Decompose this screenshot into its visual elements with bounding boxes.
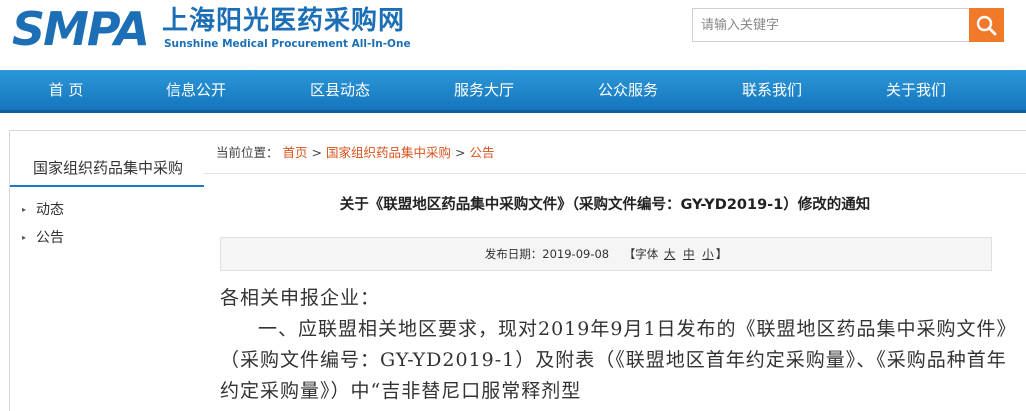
article-title: 关于《联盟地区药品集中采购文件》（采购文件编号：GY-YD2019-1）修改的通…: [339, 197, 871, 213]
search-button[interactable]: [969, 8, 1004, 42]
nav-item-public-service[interactable]: 公众服务: [573, 70, 683, 110]
article-meta-bar: 发布日期：2019-09-08 【字体 大 中 小】: [220, 237, 992, 271]
breadcrumb-announcements[interactable]: 公告: [469, 145, 494, 160]
breadcrumb-procurement[interactable]: 国家组织药品集中采购: [326, 145, 451, 160]
search-bar: [692, 8, 1004, 42]
breadcrumb-home[interactable]: 首页: [283, 145, 308, 160]
search-icon: [976, 15, 997, 36]
search-input[interactable]: [692, 8, 972, 42]
article-paragraph: 一、应联盟相关地区要求，现对2019年9月1日发布的《联盟地区药品集中采购文件》…: [220, 318, 1008, 402]
logo-name-cn: 上海阳光医药采购网: [162, 6, 406, 36]
breadcrumb-divider: [204, 173, 1026, 174]
nav-item-contact-us[interactable]: 联系我们: [717, 70, 827, 110]
article-greeting: 各相关申报企业：: [220, 287, 381, 309]
bullet-arrow-icon: ▸: [22, 205, 27, 214]
sidebar-item-news[interactable]: ▸ 动态: [22, 199, 64, 221]
article-body: 各相关申报企业： 一、应联盟相关地区要求，现对2019年9月1日发布的《联盟地区…: [220, 283, 1010, 407]
logo-name-en: Sunshine Medical Procurement All-In-One: [164, 38, 411, 50]
nav-item-district-news[interactable]: 区县动态: [285, 70, 395, 110]
main-content: 当前位置： 首页 > 国家组织药品集中采购 > 公告 关于《联盟地区药品集中采购…: [204, 130, 1026, 411]
sidebar-title: 国家组织药品集中采购: [10, 151, 206, 187]
sidebar: 国家组织药品集中采购 ▸ 动态 ▸ 公告: [9, 130, 207, 411]
font-size-small-link[interactable]: 小: [702, 247, 714, 261]
nav-item-about-us[interactable]: 关于我们: [861, 70, 971, 110]
main-nav: 首 页 信息公开 区县动态 服务大厅 公众服务 联系我们 关于我们: [0, 70, 1026, 113]
nav-item-home[interactable]: 首 页: [11, 70, 121, 110]
font-size-medium-link[interactable]: 中: [683, 247, 695, 261]
sidebar-item-announcements[interactable]: ▸ 公告: [22, 227, 64, 249]
breadcrumb: 当前位置： 首页 > 国家组织药品集中采购 > 公告: [216, 143, 494, 163]
breadcrumb-separator: >: [311, 145, 322, 160]
font-size-close: 】: [715, 247, 728, 261]
publish-date-label: 发布日期：: [484, 247, 543, 261]
bullet-arrow-icon: ▸: [22, 233, 27, 242]
font-size-large-link[interactable]: 大: [664, 247, 676, 261]
breadcrumb-prefix: 当前位置：: [216, 145, 279, 160]
sidebar-item-label: 公告: [36, 230, 64, 246]
publish-date: 2019-09-08: [542, 247, 610, 261]
nav-item-info-disclosure[interactable]: 信息公开: [141, 70, 251, 110]
font-size-label: 【字体: [623, 247, 659, 261]
site-header: SMPA 上海阳光医药采购网 Sunshine Medical Procurem…: [0, 0, 1026, 70]
logo-abbr: SMPA: [12, 2, 150, 56]
nav-item-service-hall[interactable]: 服务大厅: [429, 70, 539, 110]
breadcrumb-separator: >: [454, 145, 466, 160]
sidebar-item-label: 动态: [36, 202, 64, 218]
